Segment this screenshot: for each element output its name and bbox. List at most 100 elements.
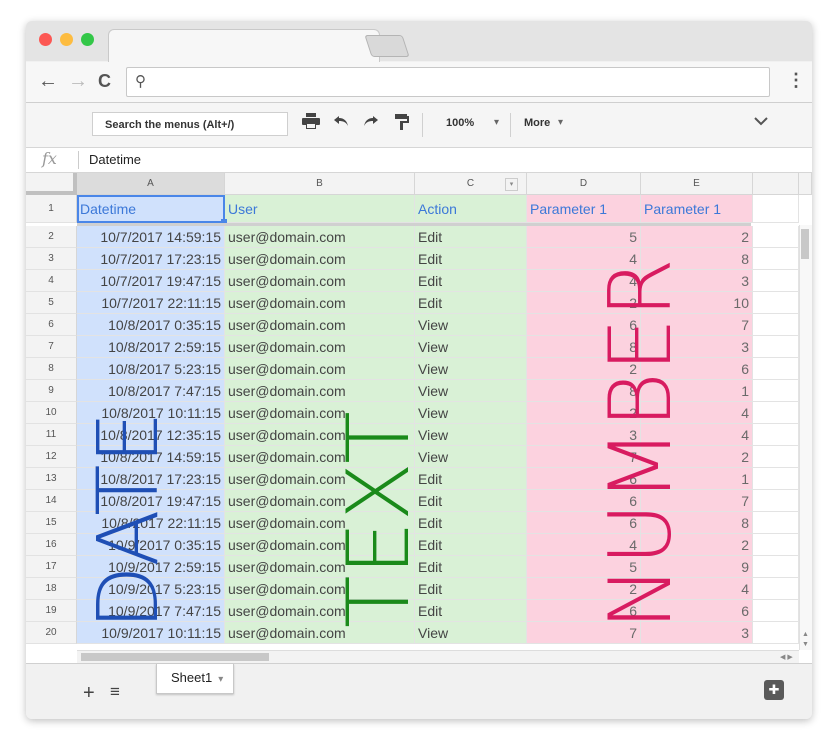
- cell-user[interactable]: user@domain.com: [225, 314, 415, 336]
- cell-empty[interactable]: [753, 336, 799, 358]
- cell-datetime[interactable]: 10/7/2017 19:47:15: [77, 270, 225, 292]
- cell-empty[interactable]: [753, 424, 799, 446]
- cell-action[interactable]: View: [415, 446, 527, 468]
- column-header-e[interactable]: E: [641, 173, 753, 195]
- row-header[interactable]: 14: [26, 490, 77, 512]
- cell-param2[interactable]: 8: [641, 248, 753, 270]
- cell-empty[interactable]: [753, 314, 799, 336]
- cell-param1[interactable]: 5: [527, 556, 641, 578]
- cell-action[interactable]: Edit: [415, 512, 527, 534]
- cell-param2[interactable]: 4: [641, 424, 753, 446]
- redo-icon[interactable]: [362, 113, 380, 133]
- paint-format-icon[interactable]: [394, 113, 410, 136]
- cell-param1[interactable]: 6: [527, 512, 641, 534]
- cell-param2[interactable]: 3: [641, 622, 753, 644]
- column-header-a[interactable]: A: [77, 173, 225, 195]
- horizontal-scroll-thumb[interactable]: [81, 653, 269, 661]
- cell-param1-header[interactable]: Parameter 1: [527, 195, 641, 223]
- chevron-down-icon[interactable]: [754, 113, 768, 131]
- cell-user[interactable]: user@domain.com: [225, 424, 415, 446]
- cell-action[interactable]: Edit: [415, 292, 527, 314]
- cell-empty[interactable]: [753, 534, 799, 556]
- cell-datetime[interactable]: 10/8/2017 7:47:15: [77, 380, 225, 402]
- scroll-left-icon[interactable]: ◀ ▶: [780, 653, 793, 661]
- cell-param1[interactable]: 7: [527, 446, 641, 468]
- row-header[interactable]: 7: [26, 336, 77, 358]
- cell-action[interactable]: Edit: [415, 226, 527, 248]
- row-header[interactable]: 16: [26, 534, 77, 556]
- new-tab-button[interactable]: [364, 35, 410, 57]
- formula-input[interactable]: Datetime: [89, 152, 141, 167]
- row-header[interactable]: 15: [26, 512, 77, 534]
- row-header[interactable]: 11: [26, 424, 77, 446]
- cell-action[interactable]: Edit: [415, 600, 527, 622]
- cell-param2-header[interactable]: Parameter 1: [641, 195, 753, 223]
- cell-user[interactable]: user@domain.com: [225, 248, 415, 270]
- cell-action[interactable]: View: [415, 380, 527, 402]
- cell-param2[interactable]: 2: [641, 446, 753, 468]
- cell-empty[interactable]: [753, 248, 799, 270]
- cell-empty[interactable]: [753, 556, 799, 578]
- more-menu[interactable]: More: [524, 117, 550, 129]
- cell-empty[interactable]: [753, 468, 799, 490]
- cell-param1[interactable]: 3: [527, 424, 641, 446]
- cell-datetime[interactable]: 10/7/2017 14:59:15: [77, 226, 225, 248]
- all-sheets-icon[interactable]: ≡: [110, 682, 120, 702]
- cell-param1[interactable]: 6: [527, 600, 641, 622]
- cell-action[interactable]: Edit: [415, 468, 527, 490]
- cell-param1[interactable]: 6: [527, 314, 641, 336]
- close-window-button[interactable]: [39, 33, 52, 46]
- row-header[interactable]: 8: [26, 358, 77, 380]
- cell-datetime[interactable]: 10/8/2017 5:23:15: [77, 358, 225, 380]
- column-header-c[interactable]: C ▾: [415, 173, 527, 195]
- cell-user[interactable]: user@domain.com: [225, 402, 415, 424]
- cell-datetime[interactable]: 10/8/2017 17:23:15: [77, 468, 225, 490]
- cell-user[interactable]: user@domain.com: [225, 600, 415, 622]
- menu-search-input[interactable]: Search the menus (Alt+/): [92, 112, 288, 136]
- cell-user-header[interactable]: User: [225, 195, 415, 223]
- maximize-window-button[interactable]: [81, 33, 94, 46]
- row-header[interactable]: 4: [26, 270, 77, 292]
- row-header[interactable]: 1: [26, 195, 77, 223]
- back-icon[interactable]: ←: [38, 70, 58, 92]
- zoom-select[interactable]: 100%: [446, 117, 474, 129]
- cell-datetime[interactable]: 10/9/2017 10:11:15: [77, 622, 225, 644]
- cell-user[interactable]: user@domain.com: [225, 226, 415, 248]
- row-header[interactable]: 9: [26, 380, 77, 402]
- cell-action[interactable]: View: [415, 336, 527, 358]
- column-header-b[interactable]: B: [225, 173, 415, 195]
- row-header[interactable]: 17: [26, 556, 77, 578]
- row-header[interactable]: 6: [26, 314, 77, 336]
- cell-user[interactable]: user@domain.com: [225, 446, 415, 468]
- cell-datetime[interactable]: 10/8/2017 22:11:15: [77, 512, 225, 534]
- cell-datetime[interactable]: 10/8/2017 10:11:15: [77, 402, 225, 424]
- cell-datetime[interactable]: 10/9/2017 7:47:15: [77, 600, 225, 622]
- cell-param2[interactable]: 7: [641, 490, 753, 512]
- cell-user[interactable]: user@domain.com: [225, 380, 415, 402]
- row-header[interactable]: 20: [26, 622, 77, 644]
- cell-param2[interactable]: 2: [641, 226, 753, 248]
- cell-action[interactable]: View: [415, 314, 527, 336]
- cell-action[interactable]: Edit: [415, 578, 527, 600]
- cell-user[interactable]: user@domain.com: [225, 556, 415, 578]
- browser-menu-icon[interactable]: ⋮: [787, 70, 805, 91]
- cell-empty[interactable]: [753, 358, 799, 380]
- cell-empty[interactable]: [753, 622, 799, 644]
- cell-user[interactable]: user@domain.com: [225, 578, 415, 600]
- cell-empty[interactable]: [753, 195, 799, 223]
- cell-param1[interactable]: 8: [527, 380, 641, 402]
- row-header[interactable]: 3: [26, 248, 77, 270]
- scroll-up-icon[interactable]: ▲: [802, 631, 809, 638]
- cell-datetime[interactable]: 10/7/2017 17:23:15: [77, 248, 225, 270]
- cell-param2[interactable]: 1: [641, 468, 753, 490]
- cell-action[interactable]: View: [415, 424, 527, 446]
- cell-action[interactable]: Edit: [415, 556, 527, 578]
- minimize-window-button[interactable]: [60, 33, 73, 46]
- vertical-scrollbar[interactable]: [799, 225, 812, 650]
- cell-datetime[interactable]: 10/8/2017 12:35:15: [77, 424, 225, 446]
- cell-empty[interactable]: [753, 402, 799, 424]
- cell-param2[interactable]: 9: [641, 556, 753, 578]
- cell-param2[interactable]: 6: [641, 358, 753, 380]
- row-header[interactable]: 5: [26, 292, 77, 314]
- cell-param2[interactable]: 3: [641, 336, 753, 358]
